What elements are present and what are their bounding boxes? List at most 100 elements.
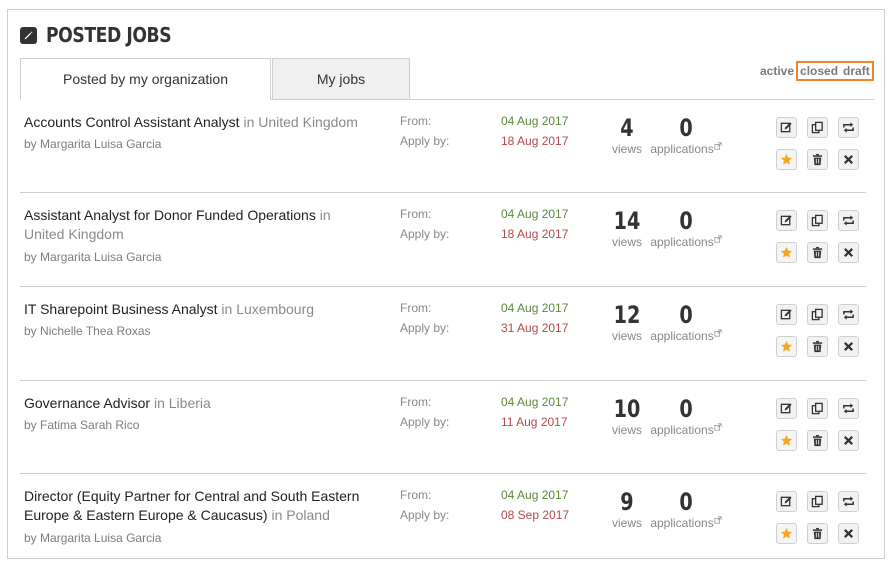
- job-title-line: Director (Equity Partner for Central and…: [24, 487, 364, 525]
- repost-button[interactable]: [838, 304, 859, 325]
- copy-button[interactable]: [807, 398, 828, 419]
- highlighted-filters: closed draft: [796, 61, 874, 81]
- close-job-button[interactable]: [838, 242, 859, 263]
- job-title-line: Accounts Control Assistant Analyst in Un…: [24, 113, 364, 132]
- filter-closed[interactable]: closed: [800, 64, 838, 78]
- repost-button[interactable]: [838, 491, 859, 512]
- job-location-prefix: in: [271, 507, 283, 523]
- views-count: 9: [620, 488, 634, 516]
- repost-icon: [842, 214, 855, 227]
- close-job-button[interactable]: [838, 336, 859, 357]
- job-title-link[interactable]: Accounts Control Assistant Analyst: [24, 114, 240, 130]
- repost-button[interactable]: [838, 398, 859, 419]
- feature-button[interactable]: [776, 430, 797, 451]
- repost-button[interactable]: [838, 117, 859, 138]
- applications-link[interactable]: applications: [650, 235, 722, 250]
- delete-button[interactable]: [807, 430, 828, 451]
- applications-link[interactable]: applications: [650, 329, 722, 344]
- from-label: From:: [400, 207, 432, 221]
- close-job-button[interactable]: [838, 523, 859, 544]
- job-location: Luxembourg: [236, 301, 315, 317]
- apply-by-date: 18 Aug 2017: [501, 227, 569, 241]
- external-link-icon: [714, 516, 722, 530]
- views-count: 14: [613, 207, 641, 235]
- close-icon: [842, 434, 855, 447]
- apply-by-label: Apply by:: [400, 134, 450, 148]
- job-title-link[interactable]: Assistant Analyst for Donor Funded Opera…: [24, 207, 316, 223]
- copy-button[interactable]: [807, 210, 828, 231]
- applications-count: 0: [679, 301, 693, 329]
- apply-by-date: 18 Aug 2017: [501, 134, 569, 148]
- applications-label: applications: [650, 235, 714, 249]
- job-actions: [776, 398, 866, 458]
- repost-icon: [842, 308, 855, 321]
- apply-by-date: 31 Aug 2017: [501, 321, 569, 335]
- delete-button[interactable]: [807, 149, 828, 170]
- delete-button[interactable]: [807, 336, 828, 357]
- job-title-link[interactable]: Governance Advisor: [24, 395, 150, 411]
- from-date: 04 Aug 2017: [501, 488, 569, 502]
- delete-button[interactable]: [807, 242, 828, 263]
- views-count: 10: [613, 395, 641, 423]
- feature-button[interactable]: [776, 523, 797, 544]
- apply-by-label: Apply by:: [400, 415, 450, 429]
- applications-link[interactable]: applications: [650, 142, 722, 157]
- copy-icon: [811, 495, 824, 508]
- edit-button[interactable]: [776, 210, 797, 231]
- tab-posted-by-organization[interactable]: Posted by my organization: [20, 58, 271, 100]
- edit-button[interactable]: [776, 491, 797, 512]
- job-location: United Kingdom: [24, 226, 124, 242]
- repost-icon: [842, 121, 855, 134]
- from-date: 04 Aug 2017: [501, 207, 569, 221]
- close-job-button[interactable]: [838, 149, 859, 170]
- applications-link[interactable]: applications: [650, 516, 722, 531]
- delete-button[interactable]: [807, 523, 828, 544]
- applications-stat: 0 applications: [650, 488, 722, 531]
- repost-button[interactable]: [838, 210, 859, 231]
- filter-active[interactable]: active: [760, 64, 794, 78]
- star-icon: [780, 246, 793, 259]
- external-link-icon: [714, 423, 722, 437]
- job-title-link[interactable]: IT Sharepoint Business Analyst: [24, 301, 218, 317]
- pencil-icon: [20, 26, 37, 44]
- views-label: views: [611, 235, 642, 249]
- trash-icon: [811, 153, 824, 166]
- apply-by-label: Apply by:: [400, 321, 450, 335]
- copy-button[interactable]: [807, 117, 828, 138]
- applications-link[interactable]: applications: [650, 423, 722, 438]
- feature-button[interactable]: [776, 336, 797, 357]
- feature-button[interactable]: [776, 242, 797, 263]
- external-link-icon: [714, 235, 722, 249]
- views-label: views: [611, 423, 642, 437]
- byline-prefix: by: [24, 137, 37, 151]
- copy-button[interactable]: [807, 304, 828, 325]
- feature-button[interactable]: [776, 149, 797, 170]
- job-actions: [776, 304, 866, 364]
- views-label: views: [611, 516, 642, 530]
- copy-icon: [811, 121, 824, 134]
- apply-by-date: 08 Sep 2017: [501, 508, 570, 522]
- copy-button[interactable]: [807, 491, 828, 512]
- views-stat: 12 views: [604, 301, 650, 344]
- page-header: POSTED JOBS: [20, 23, 192, 47]
- job-row: Governance Advisor in Liberia by Fatima …: [20, 381, 866, 474]
- edit-button[interactable]: [776, 304, 797, 325]
- page-title: POSTED JOBS: [46, 23, 172, 47]
- edit-icon: [780, 402, 793, 415]
- views-label: views: [611, 329, 642, 343]
- job-author: Margarita Luisa Garcia: [40, 531, 162, 545]
- byline-prefix: by: [24, 324, 37, 338]
- job-row: IT Sharepoint Business Analyst in Luxemb…: [20, 287, 866, 381]
- filter-draft[interactable]: draft: [843, 64, 870, 78]
- edit-button[interactable]: [776, 398, 797, 419]
- close-job-button[interactable]: [838, 430, 859, 451]
- views-stat: 4 views: [604, 114, 650, 157]
- job-location: Poland: [286, 507, 330, 523]
- from-date: 04 Aug 2017: [501, 114, 569, 128]
- byline-prefix: by: [24, 531, 37, 545]
- job-byline: by Nichelle Thea Roxas: [24, 324, 151, 338]
- applications-stat: 0 applications: [650, 207, 722, 250]
- applications-label: applications: [650, 423, 714, 437]
- edit-button[interactable]: [776, 117, 797, 138]
- tab-my-jobs[interactable]: My jobs: [272, 58, 410, 100]
